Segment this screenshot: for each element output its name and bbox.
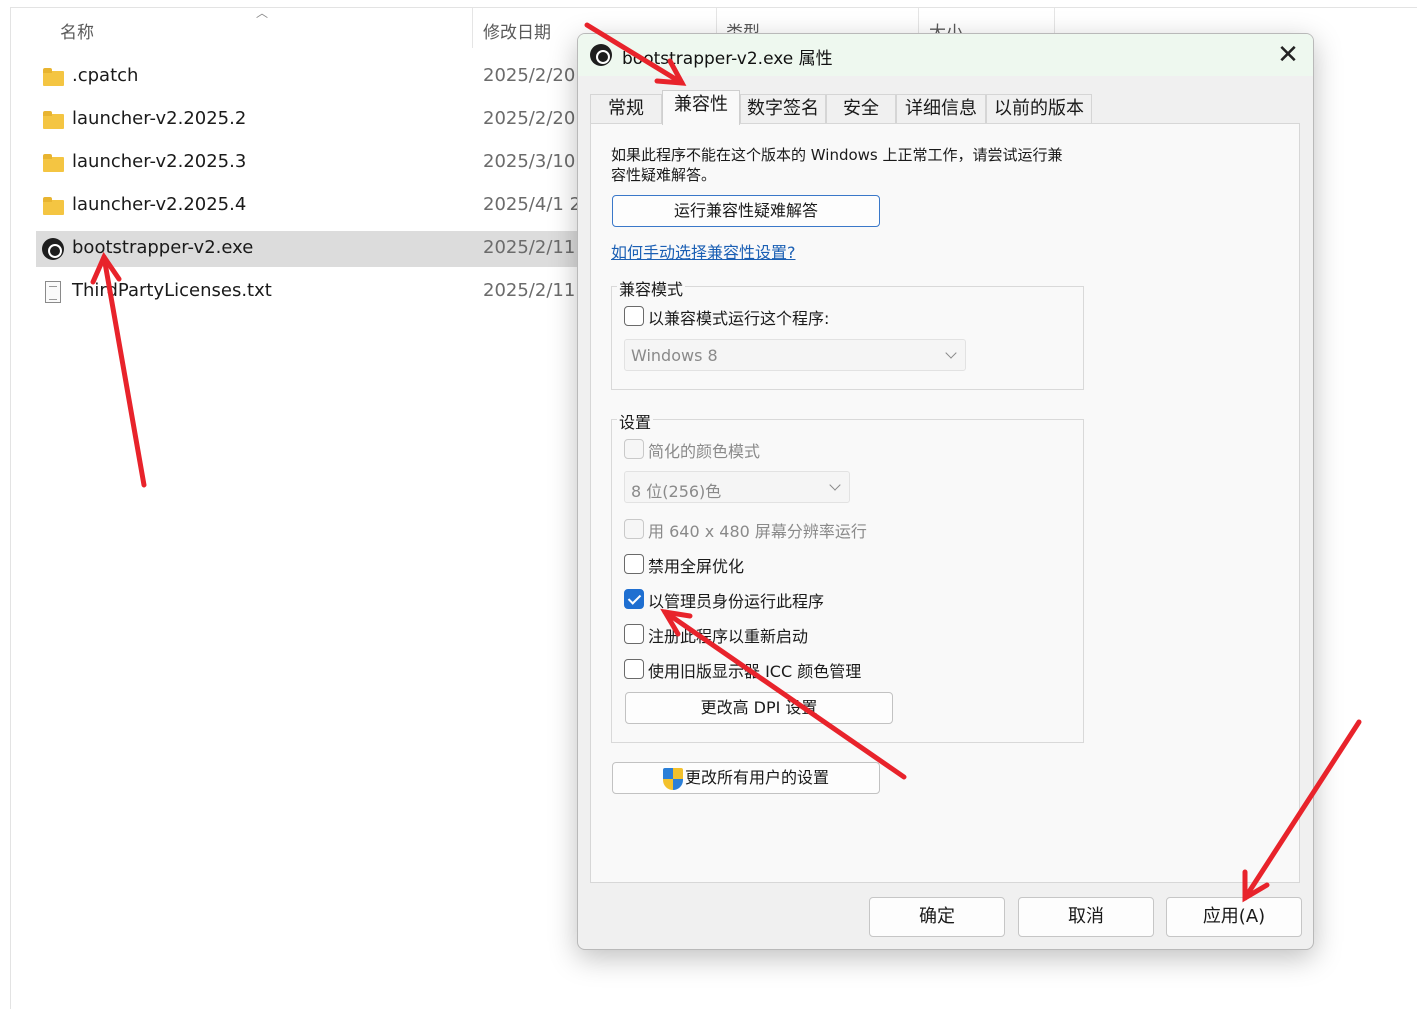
header-border — [10, 7, 1417, 8]
file-row-bootstrapper[interactable]: bootstrapper-v2.exe 2025/2/11 — [36, 231, 596, 267]
compat-mode-label: 兼容模式 — [617, 276, 686, 300]
color-depth-value: 8 位(256)色 — [631, 482, 722, 501]
disable-fullscreen-checkbox[interactable] — [624, 554, 644, 574]
column-header-modified[interactable]: 修改日期 — [483, 18, 551, 44]
folder-icon — [42, 152, 64, 174]
file-name: .cpatch — [72, 65, 139, 86]
compatibility-panel: 如果此程序不能在这个版本的 Windows 上正常工作，请尝试运行兼 容性疑难解… — [590, 123, 1300, 883]
os-version-value: Windows 8 — [631, 346, 718, 365]
legacy-icc-checkbox[interactable] — [624, 659, 644, 679]
tab-digital-signatures[interactable]: 数字签名 — [740, 94, 826, 124]
file-row-launcher-2025-2[interactable]: launcher-v2.2025.2 2025/2/20 — [36, 102, 596, 138]
column-header-name[interactable]: 名称 — [60, 18, 94, 44]
tab-details[interactable]: 详细信息 — [896, 94, 986, 124]
file-date: 2025/2/11 — [483, 280, 576, 301]
pane-border — [10, 7, 11, 1009]
change-all-users-button[interactable]: 更改所有用户的设置 — [612, 762, 880, 794]
folder-icon — [42, 109, 64, 131]
file-date: 2025/3/10 — [483, 151, 576, 172]
file-name: launcher-v2.2025.2 — [72, 108, 247, 129]
close-button[interactable]: ✕ — [1268, 40, 1308, 72]
settings-label: 设置 — [617, 409, 654, 433]
uac-shield-icon — [663, 768, 683, 790]
column-separator[interactable] — [472, 8, 473, 48]
app-icon — [42, 238, 64, 260]
file-date: 2025/2/20 — [483, 65, 576, 86]
chevron-down-icon — [945, 347, 957, 359]
register-restart-label[interactable]: 注册此程序以重新启动 — [648, 623, 808, 647]
file-name: launcher-v2.2025.4 — [72, 194, 247, 215]
intro-text-line1: 如果此程序不能在这个版本的 Windows 上正常工作，请尝试运行兼 — [611, 146, 1063, 164]
file-date: 2025/2/11 — [483, 237, 576, 258]
register-restart-checkbox[interactable] — [624, 624, 644, 644]
file-name: bootstrapper-v2.exe — [72, 237, 254, 258]
file-date: 2025/4/1 2 — [483, 194, 582, 215]
sort-up-icon: ︿ — [256, 6, 269, 20]
manual-settings-link[interactable]: 如何手动选择兼容性设置? — [611, 239, 796, 263]
file-row-licenses[interactable]: ThirdPartyLicenses.txt 2025/2/11 — [36, 274, 596, 310]
disable-fullscreen-label[interactable]: 禁用全屏优化 — [648, 553, 744, 577]
dialog-title: bootstrapper-v2.exe 属性 — [622, 49, 833, 69]
os-version-select: Windows 8 — [624, 339, 966, 371]
file-row-cpatch[interactable]: .cpatch 2025/2/20 — [36, 59, 596, 95]
folder-icon — [42, 195, 64, 217]
color-depth-select: 8 位(256)色 — [624, 471, 850, 503]
run-as-admin-checkbox[interactable] — [624, 589, 644, 609]
intro-text-line2: 容性疑难解答。 — [611, 166, 717, 184]
file-name: launcher-v2.2025.3 — [72, 151, 247, 172]
tab-security[interactable]: 安全 — [826, 94, 896, 124]
properties-dialog: bootstrapper-v2.exe 属性 ✕ 常规 兼容性 数字签名 安全 … — [577, 33, 1314, 950]
app-icon — [590, 44, 612, 66]
tab-compatibility[interactable]: 兼容性 — [662, 90, 740, 125]
file-date: 2025/2/20 — [483, 108, 576, 129]
ok-button[interactable]: 确定 — [869, 897, 1005, 937]
change-dpi-button[interactable]: 更改高 DPI 设置 — [625, 692, 893, 724]
compat-mode-checkbox-label[interactable]: 以兼容模式运行这个程序: — [648, 305, 829, 329]
file-name: ThirdPartyLicenses.txt — [72, 280, 272, 301]
legacy-icc-label[interactable]: 使用旧版显示器 ICC 颜色管理 — [648, 658, 861, 682]
dialog-titlebar[interactable]: bootstrapper-v2.exe 属性 ✕ — [578, 34, 1313, 76]
file-row-launcher-2025-3[interactable]: launcher-v2.2025.3 2025/3/10 — [36, 145, 596, 181]
reduced-color-label: 简化的颜色模式 — [648, 442, 761, 461]
file-row-launcher-2025-4[interactable]: launcher-v2.2025.4 2025/4/1 2 — [36, 188, 596, 224]
folder-icon — [42, 66, 64, 88]
chevron-down-icon — [829, 479, 841, 491]
tab-general[interactable]: 常规 — [590, 94, 662, 124]
res-640-checkbox — [624, 519, 644, 539]
run-troubleshooter-button[interactable]: 运行兼容性疑难解答 — [612, 195, 880, 227]
apply-button[interactable]: 应用(A) — [1166, 897, 1302, 937]
tab-previous-versions[interactable]: 以前的版本 — [986, 94, 1092, 124]
text-file-icon — [45, 281, 61, 303]
compat-mode-group — [611, 286, 1084, 390]
cancel-button[interactable]: 取消 — [1018, 897, 1154, 937]
compat-mode-checkbox[interactable] — [624, 306, 644, 326]
change-all-users-label: 更改所有用户的设置 — [685, 768, 830, 787]
res-640-label: 用 640 x 480 屏幕分辨率运行 — [648, 522, 867, 541]
run-as-admin-label[interactable]: 以管理员身份运行此程序 — [648, 588, 824, 612]
reduced-color-checkbox — [624, 439, 644, 459]
